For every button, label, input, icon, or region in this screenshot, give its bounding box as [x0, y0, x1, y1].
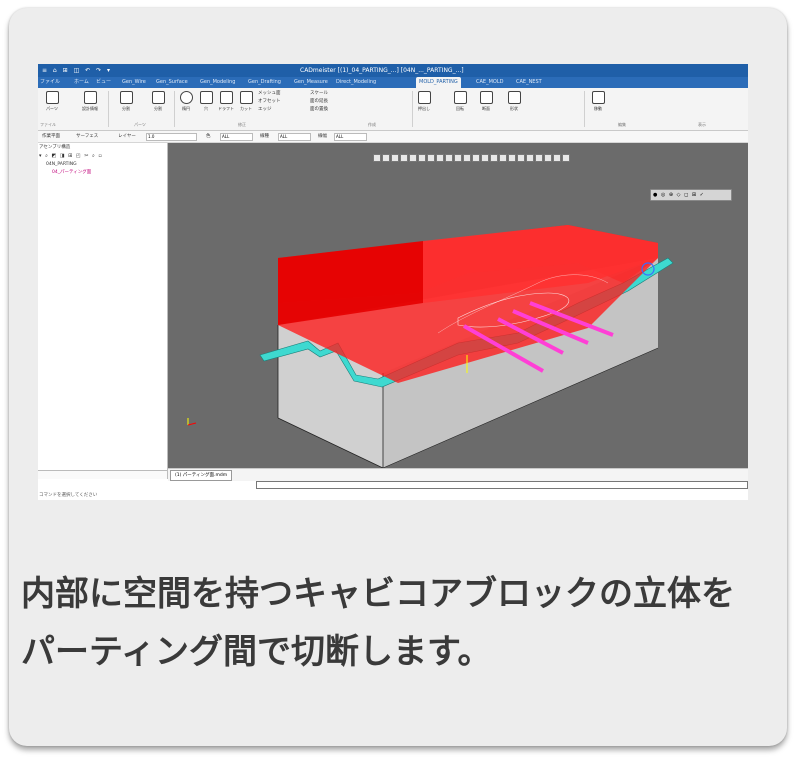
ribbon-small-item[interactable]: オフセット [258, 98, 281, 106]
tab-home[interactable]: ホーム [74, 77, 89, 88]
ellipse-icon [179, 91, 193, 104]
tab-mold-parting[interactable]: MOLD_PARTING [416, 77, 461, 88]
tab-gen-wire[interactable]: Gen_Wire [122, 77, 146, 88]
ribbon-group-label: 表示 [698, 122, 706, 127]
tree-node-root[interactable]: 04N_PARTING [46, 162, 77, 167]
ribbon-group-label: 編集 [618, 122, 626, 127]
document-tab[interactable]: (1) パーティング面.mdm [170, 470, 233, 481]
option-label: レイヤー [118, 134, 136, 139]
tab-gen-measure[interactable]: Gen_Measure [294, 77, 328, 88]
tab-gen-surface[interactable]: Gen_Surface [156, 77, 188, 88]
panel-header: アセンブリ構造 [39, 145, 71, 150]
window-title: CADmeister [(1)_04_PARTING_...] [04N_...… [300, 67, 464, 74]
caption: 内部に空間を持つキャビコアブロックの立体を パーティング間で切断します。 [21, 565, 791, 681]
ribbon-group-label: 作成 [368, 122, 376, 127]
ribbon-group-label: パーツ [134, 122, 146, 127]
split-icon [151, 91, 165, 104]
cut-icon [239, 91, 253, 104]
section-icon [479, 91, 493, 104]
option-field[interactable]: ALL [278, 133, 311, 141]
ribbon-small-item[interactable]: 面の置換 [310, 106, 328, 114]
triad-x [187, 422, 197, 426]
ribbon-button[interactable]: 穴 [198, 91, 214, 111]
shape-icon [507, 91, 521, 104]
ribbon-button[interactable]: 断面 [478, 91, 494, 111]
extrude-icon [417, 91, 431, 104]
ribbon-separator [174, 91, 175, 127]
ribbon-small-item[interactable]: スケール [310, 90, 328, 98]
hole-icon [199, 91, 213, 104]
quick-access-toolbar[interactable]: ≡ ⌂ ⊞ ◫ ↶ ↷ ▾ [42, 64, 112, 77]
option-label: 線幅 [318, 134, 327, 139]
tree-toolbar[interactable]: ▾ ⌕ ◩ ◨ ⊞ ◰ ✂ ⌕ ▫ [39, 153, 103, 159]
ribbon-button[interactable]: ドラフト [218, 91, 234, 111]
ribbon-small-item[interactable]: エッジ [258, 106, 272, 114]
option-label: 作業平面 [42, 134, 60, 139]
ribbon-separator [412, 91, 413, 127]
title-bar: ≡ ⌂ ⊞ ◫ ↶ ↷ ▾ CADmeister [(1)_04_PARTING… [38, 64, 748, 77]
ribbon-button[interactable]: 回転 [452, 91, 468, 111]
move-icon [591, 91, 605, 104]
ribbon-button[interactable]: パーツ [44, 91, 60, 111]
ribbon-button[interactable]: 形状 [506, 91, 522, 111]
options-bar: 作業平面 サーフェス レイヤー 1.0 色 ALL 線種 ALL 線幅 ALL [38, 131, 748, 143]
cad-screenshot: ≡ ⌂ ⊞ ◫ ↶ ↷ ▾ CADmeister [(1)_04_PARTING… [38, 64, 748, 500]
tab-view[interactable]: ビュー [96, 77, 111, 88]
draft-icon [219, 91, 233, 104]
tab-cae-nest[interactable]: CAE_NEST [516, 77, 542, 88]
caption-line-1: 内部に空間を持つキャビコアブロックの立体を [21, 574, 735, 614]
tree-node-child[interactable]: 04_パーティング面 [52, 169, 91, 175]
status-text: コマンドを選択してください [39, 493, 98, 498]
ribbon-small-item[interactable]: 面の延長 [310, 98, 328, 106]
ribbon-button[interactable]: 移動 [590, 91, 606, 111]
ribbon: パーツ 設計情報 分割 分割 楕円 穴 ドラフト カット メッシュ面 オフセット… [38, 88, 748, 131]
option-field[interactable]: ALL [334, 133, 367, 141]
tab-gen-modeling[interactable]: Gen_Modeling [200, 77, 235, 88]
document-tabs: (1) パーティング面.mdm [168, 468, 748, 481]
option-label: サーフェス [76, 134, 99, 139]
ribbon-group-label: ファイル [40, 122, 56, 127]
mini-toolbar[interactable]: ● ◎ ⊕ ◇ ◻ ⊞ ✓ [650, 189, 732, 201]
ribbon-tabs: ファイル ホーム ビュー Gen_Wire Gen_Surface Gen_Mo… [38, 77, 748, 88]
tab-direct-modeling[interactable]: Direct_Modeling [336, 77, 376, 88]
ribbon-group-label: 修正 [238, 122, 246, 127]
caption-line-2: パーティング間で切断します。 [21, 632, 492, 672]
split-icon [119, 91, 133, 104]
command-input[interactable] [256, 481, 748, 489]
tab-gen-drafting[interactable]: Gen_Drafting [248, 77, 281, 88]
ribbon-button[interactable]: 設計情報 [82, 91, 98, 111]
tab-file[interactable]: ファイル [40, 77, 60, 88]
ribbon-button[interactable]: 分割 [118, 91, 134, 111]
ribbon-button[interactable]: 分割 [150, 91, 166, 111]
3d-viewport[interactable]: ● ◎ ⊕ ◇ ◻ ⊞ ✓ [168, 143, 748, 468]
option-label: 色 [206, 134, 211, 139]
option-label: 線種 [260, 134, 269, 139]
assembly-tree-panel: アセンブリ構造 ▾ ⌕ ◩ ◨ ⊞ ◰ ✂ ⌕ ▫ 04N_PARTING 04… [38, 143, 168, 479]
option-field[interactable]: ALL [220, 133, 253, 141]
tab-cae-mold[interactable]: CAE_MOLD [476, 77, 503, 88]
ribbon-button[interactable]: 楕円 [178, 91, 194, 111]
option-field[interactable]: 1.0 [146, 133, 197, 141]
horizontal-scrollbar[interactable] [38, 470, 167, 479]
part-icon [45, 91, 59, 104]
ribbon-separator [584, 91, 585, 127]
revolve-icon [453, 91, 467, 104]
ribbon-button[interactable]: カット [238, 91, 254, 111]
ribbon-separator [108, 91, 109, 127]
ribbon-small-item[interactable]: メッシュ面 [258, 90, 281, 98]
info-icon [83, 91, 97, 104]
ribbon-button[interactable]: 押出し [416, 91, 432, 111]
